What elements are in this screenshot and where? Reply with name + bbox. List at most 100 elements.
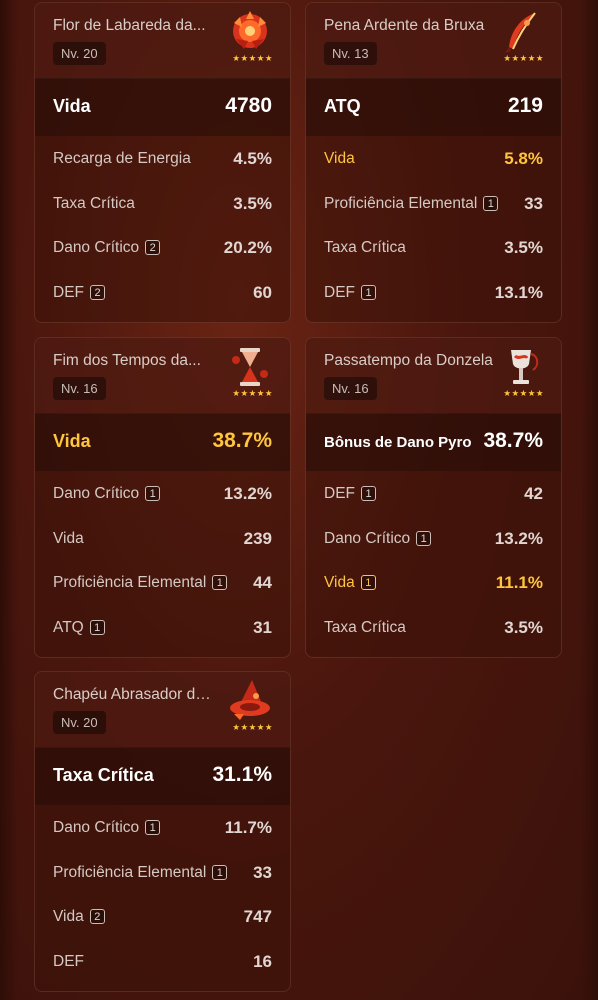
artifact-name: Chapéu Abrasador da... (53, 686, 213, 703)
card-header: Flor de Labareda da... Nv. 20 ★★★★★ (35, 3, 290, 78)
substat-row: Taxa Crítica 3.5% (35, 181, 290, 226)
substat-label: DEF (53, 953, 84, 971)
rarity-stars: ★★★★★ (232, 388, 273, 398)
substat-row: Dano Crítico 2 20.2% (35, 225, 290, 270)
substat-name: DEF (324, 284, 355, 302)
main-stat-row: Bônus de Dano Pyro 38.7% (306, 413, 561, 471)
artifact-name: Passatempo da Donzela (324, 352, 493, 369)
rarity-stars: ★★★★★ (232, 53, 273, 63)
card-header: Passatempo da Donzela Nv. 16 ★★★★★ (306, 338, 561, 413)
substat-label: Proficiência Elemental 1 (53, 863, 228, 882)
substat-value: 44 (253, 573, 272, 593)
substat-value: 3.5% (504, 238, 543, 258)
substat-row: Vida 2 747 (35, 894, 290, 939)
artifact-card-goblet[interactable]: Passatempo da Donzela Nv. 16 ★★★★★ Bônus… (305, 337, 562, 658)
substat-label: Vida (53, 530, 84, 548)
artifact-name: Pena Ardente da Bruxa (324, 17, 485, 34)
substat-row: Proficiência Elemental 1 33 (306, 181, 561, 226)
level-badge: Nv. 20 (53, 42, 106, 65)
artifact-card-plume[interactable]: Pena Ardente da Bruxa Nv. 13 ★★★★★ ATQ 2… (305, 2, 562, 323)
substat-value: 13.2% (223, 484, 272, 503)
substat-value: 747 (243, 907, 272, 927)
hourglass-icon (232, 348, 268, 386)
main-stat-value: 38.7% (483, 429, 543, 452)
substat-row: Dano Crítico 1 13.2% (35, 471, 290, 516)
substat-label: Vida 1 (324, 574, 376, 592)
main-stat-label: ATQ (324, 96, 361, 116)
roll-count-badge: 1 (89, 620, 105, 636)
main-stat-label: Vida (53, 96, 91, 116)
substat-value: 20.2% (223, 238, 272, 258)
substat-label: Vida (324, 150, 355, 168)
substat-label: ATQ 1 (53, 619, 105, 637)
left-frame (0, 0, 18, 1000)
substat-row: Dano Crítico 1 11.7% (35, 805, 290, 850)
main-stat-value: 31.1% (212, 763, 272, 786)
card-header: Chapéu Abrasador da... Nv. 20 ★★★★★ (35, 672, 290, 747)
flame-flower-icon (233, 11, 267, 49)
main-stat-label: Vida (53, 431, 91, 451)
main-stat-row: Vida 38.7% (35, 413, 290, 471)
roll-count-badge: 1 (416, 530, 432, 546)
substat-value: 42 (524, 484, 543, 503)
substat-label: Vida 2 (53, 908, 105, 926)
substat-label: Proficiência Elemental 1 (324, 194, 499, 213)
roll-count-badge: 1 (483, 195, 499, 211)
substat-value: 60 (253, 283, 272, 303)
roll-count-badge: 2 (90, 285, 105, 301)
substat-label: DEF 2 (53, 284, 105, 302)
card-header: Fim dos Tempos da... Nv. 16 ★★★★★ (35, 338, 290, 413)
substat-label: DEF 1 (324, 485, 376, 503)
substat-row: DEF 16 (35, 939, 290, 984)
substat-label: Taxa Crítica (324, 619, 406, 637)
substat-value: 5.8% (504, 149, 543, 168)
substat-name: Recarga de Energia (53, 150, 191, 167)
rarity-stars: ★★★★★ (503, 53, 544, 63)
substat-row: Proficiência Elemental 1 33 (35, 850, 290, 895)
substat-value: 13.2% (494, 528, 543, 548)
substat-label: Dano Crítico 1 (53, 819, 161, 837)
roll-count-badge: 1 (360, 575, 376, 591)
substat-value: 3.5% (504, 618, 543, 638)
substat-name: DEF (53, 953, 84, 971)
substat-name: ATQ (53, 619, 84, 637)
substat-name: Taxa Crítica (53, 194, 135, 212)
main-stat-value: 38.7% (212, 429, 272, 452)
substat-label: Dano Crítico 2 (53, 239, 161, 257)
level-badge: Nv. 16 (53, 377, 106, 400)
roll-count-badge: 1 (361, 285, 376, 301)
substat-name: Dano Crítico (324, 529, 411, 547)
artifact-card-flower[interactable]: Flor de Labareda da... Nv. 20 ★★★★★ Vida… (34, 2, 291, 323)
substat-row: Proficiência Elemental 1 44 (35, 560, 290, 605)
substat-name: Dano Crítico (53, 239, 140, 257)
artifact-card-circlet[interactable]: Chapéu Abrasador da... Nv. 20 ★★★★★ Taxa… (34, 671, 291, 992)
substat-name: Taxa Crítica (324, 619, 406, 637)
rarity-stars: ★★★★★ (503, 388, 544, 398)
substat-value: 11.1% (495, 573, 543, 593)
substat-row: Taxa Crítica 3.5% (306, 605, 561, 650)
substat-name: Dano Crítico (53, 485, 140, 502)
main-stat-value: 4780 (225, 94, 272, 117)
rarity-stars: ★★★★★ (232, 722, 273, 732)
substat-name: Taxa Crítica (324, 239, 406, 257)
substat-row: ATQ 1 31 (35, 605, 290, 650)
goblet-icon (511, 350, 539, 384)
artifact-name: Flor de Labareda da... (53, 17, 206, 34)
substat-name: Proficiência Elemental (324, 194, 478, 212)
substat-row: Vida 239 (35, 516, 290, 561)
roll-count-badge: 1 (361, 486, 376, 501)
substat-label: Dano Crítico 1 (324, 529, 432, 548)
artifact-name: Fim dos Tempos da... (53, 352, 201, 369)
substat-label: Taxa Crítica (53, 195, 135, 213)
substat-name: Proficiência Elemental (53, 863, 207, 881)
main-stat-label: Bônus de Dano Pyro (324, 434, 472, 451)
substat-row: DEF 2 60 (35, 270, 290, 315)
main-stat-label: Taxa Crítica (53, 765, 154, 785)
card-header: Pena Ardente da Bruxa Nv. 13 ★★★★★ (306, 3, 561, 78)
artifact-card-sands[interactable]: Fim dos Tempos da... Nv. 16 ★★★★★ Vida 3… (34, 337, 291, 658)
substat-value: 4.5% (233, 149, 272, 168)
substat-row: DEF 1 42 (306, 471, 561, 516)
substat-name: Vida (53, 908, 84, 926)
substat-name: Vida (53, 529, 84, 547)
substat-label: Proficiência Elemental 1 (53, 574, 228, 592)
